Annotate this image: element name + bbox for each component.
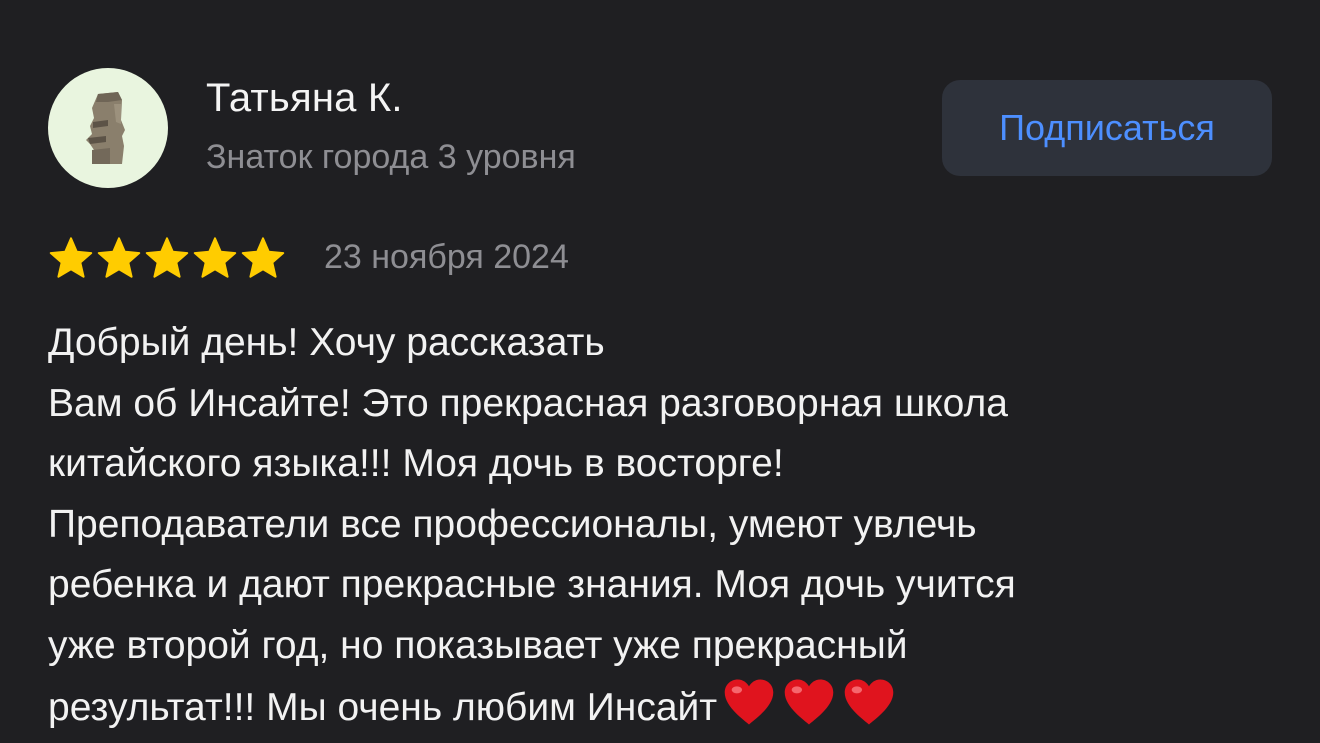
star-icon: [96, 236, 142, 280]
review-line: Вам об Инсайте! Это прекрасная разговорн…: [48, 381, 1008, 425]
review-line: Преподаватели все профессионалы, умеют у…: [48, 502, 977, 546]
subscribe-button[interactable]: Подписаться: [942, 80, 1272, 176]
review-line: результат!!! Мы очень любим Инсайт: [48, 686, 718, 729]
review-date: 23 ноября 2024: [324, 238, 569, 276]
author-level: Знаток города 3 уровня: [206, 138, 576, 176]
review-text: Добрый день! Хочу рассказать Вам об Инса…: [48, 313, 1288, 739]
author-name[interactable]: Татьяна К.: [206, 76, 403, 121]
review-line: уже второй год, но показывает уже прекра…: [48, 623, 908, 667]
star-icon: [192, 236, 238, 280]
star-icon: [144, 236, 190, 280]
heart-icon: [841, 676, 897, 728]
star-icon: [48, 236, 94, 280]
heart-icon: [781, 676, 837, 728]
avatar[interactable]: [48, 68, 168, 188]
moai-statue-icon: [86, 92, 125, 164]
heart-icon: [721, 676, 777, 728]
review-line: Добрый день! Хочу рассказать: [48, 321, 605, 364]
review-line: китайского языка!!! Моя дочь в восторге!: [48, 442, 784, 485]
rating-stars: [48, 236, 286, 280]
star-icon: [240, 236, 286, 280]
heart-emoji-group: [717, 679, 897, 729]
review-line: ребенка и дают прекрасные знания. Моя до…: [48, 563, 1016, 606]
review-last-line: результат!!! Мы очень любим Инсайт: [48, 676, 1288, 739]
